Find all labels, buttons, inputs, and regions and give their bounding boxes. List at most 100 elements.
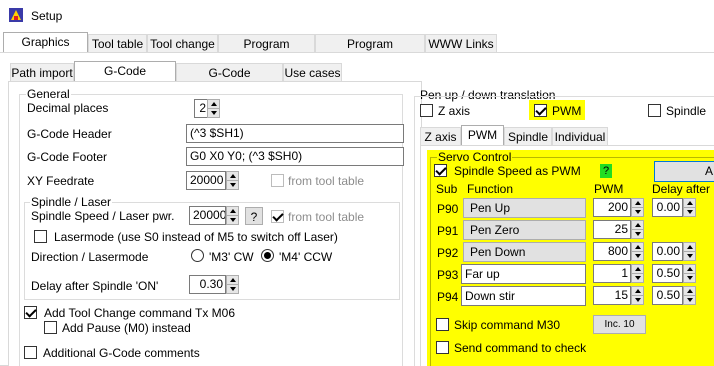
tool-change-checkbox[interactable]	[24, 306, 37, 319]
decimal-places-input[interactable]: 2	[194, 99, 208, 118]
spindle-option-label: Spindle	[666, 104, 707, 118]
tab-use-cases[interactable]: Use cases	[283, 63, 342, 82]
tab-path-import[interactable]: Path import	[10, 63, 74, 82]
row-pwm-stepper[interactable]	[631, 242, 644, 261]
spindle-as-pwm-checkbox[interactable]	[434, 164, 447, 177]
row-pwm-stepper[interactable]	[631, 264, 644, 283]
general-group-label: General	[26, 87, 71, 101]
row-delay-input[interactable]: 0.50	[652, 264, 683, 283]
tab-tool-change[interactable]: Tool change	[147, 34, 218, 53]
spindle-delay-label: Delay after Spindle 'ON'	[31, 279, 159, 293]
inc-10-button[interactable]: Inc. 10	[593, 315, 646, 334]
row-sub-label: P90	[437, 202, 459, 216]
servo-control-label: Servo Control	[437, 150, 513, 164]
row-delay-stepper[interactable]	[683, 242, 696, 261]
row-pwm-stepper[interactable]	[631, 220, 644, 239]
col-function-header: Function	[467, 182, 514, 196]
pen-zero-button[interactable]: Pen Zero	[463, 220, 586, 240]
xy-feedrate-label: XY Feedrate	[27, 174, 95, 188]
row-sub-label: P94	[437, 290, 459, 304]
tab-spindle[interactable]: Spindle	[504, 127, 552, 146]
lasermode-checkbox[interactable]	[34, 230, 47, 243]
spindle-delay-stepper[interactable]	[226, 275, 239, 294]
row-delay-input[interactable]: 0.50	[652, 286, 683, 305]
col-sub-header: Sub	[436, 182, 458, 196]
tab-gcode-modification[interactable]: G-Code modification	[176, 63, 283, 99]
additional-comments-checkbox[interactable]	[24, 346, 37, 359]
row-pwm-stepper[interactable]	[631, 198, 644, 217]
gcode-header-input[interactable]: (^3 $SH1)	[186, 124, 404, 143]
additional-comments-label: Additional G-Code comments	[43, 346, 200, 360]
row-delay-input[interactable]: 0.00	[652, 198, 683, 217]
spindle-help-button[interactable]: ?	[245, 207, 263, 225]
row-function-input[interactable]: Down stir	[461, 286, 586, 306]
row-delay-stepper[interactable]	[683, 286, 696, 305]
row-function-input[interactable]: Far up	[461, 264, 586, 284]
decimal-places-stepper[interactable]	[207, 99, 220, 118]
row-sub-label: P93	[437, 268, 459, 282]
pen-up-button[interactable]: Pen Up	[463, 198, 586, 218]
feedrate-from-tool-checkbox[interactable]	[271, 174, 284, 187]
app-icon	[9, 8, 23, 22]
col-delay-header: Delay after	[652, 182, 711, 196]
skip-m30-label: Skip command M30	[454, 318, 561, 332]
spindle-laser-group-label: Spindle / Laser	[30, 195, 113, 209]
tab-www-links[interactable]: WWW Links	[425, 34, 497, 53]
send-command-checkbox[interactable]	[436, 341, 449, 354]
gcode-header-label: G-Code Header	[27, 127, 112, 141]
m4-ccw-radio[interactable]	[261, 249, 274, 262]
tab-graphics-import[interactable]: Graphics import	[3, 32, 88, 68]
row-pwm-input[interactable]: 800	[593, 242, 631, 261]
m3-cw-radio[interactable]	[191, 249, 204, 262]
m3-cw-label: 'M3' CW	[209, 250, 254, 264]
spindle-speed-input[interactable]: 20000	[189, 206, 226, 225]
row-pwm-input[interactable]: 25	[593, 220, 631, 239]
tab-pwm[interactable]: PWM	[461, 125, 504, 146]
xy-feedrate-input[interactable]: 20000	[186, 171, 226, 190]
gcode-footer-input[interactable]: G0 X0 Y0; (^3 $SH0)	[186, 147, 404, 166]
skip-m30-checkbox[interactable]	[436, 318, 449, 331]
tab-program-behavior[interactable]: Program behavior	[218, 34, 315, 70]
lasermode-label: Lasermode (use S0 instead of M5 to switc…	[54, 230, 338, 244]
z-axis-radio-checkbox[interactable]	[420, 104, 433, 117]
row-delay-stepper[interactable]	[683, 264, 696, 283]
spindle-checkbox[interactable]	[648, 104, 661, 117]
tab-tool-table[interactable]: Tool table	[88, 34, 147, 53]
m4-ccw-label: 'M4' CCW	[279, 250, 333, 264]
servo-help-badge[interactable]: ?	[600, 164, 612, 178]
decimal-places-label: Decimal places	[27, 101, 109, 115]
spindle-as-pwm-label: Spindle Speed as PWM	[454, 164, 581, 178]
row-pwm-stepper[interactable]	[631, 286, 644, 305]
row-pwm-input[interactable]: 15	[593, 286, 631, 305]
gcode-footer-label: G-Code Footer	[27, 150, 108, 164]
spindle-speed-label: Spindle Speed / Laser pwr.	[31, 209, 175, 223]
row-sub-label: P91	[437, 224, 459, 238]
tab-program-appearance[interactable]: Program appearance	[315, 34, 425, 70]
col-pwm-header: PWM	[594, 182, 624, 196]
row-delay-input[interactable]: 0.00	[652, 242, 683, 261]
add-pause-label: Add Pause (M0) instead	[62, 321, 191, 335]
tab-gcode-generation[interactable]: G-Code generation	[74, 61, 176, 97]
row-sub-label: P92	[437, 246, 459, 260]
tab-z-axis[interactable]: Z axis	[420, 127, 461, 146]
pen-down-button[interactable]: Pen Down	[463, 242, 586, 262]
xy-feedrate-stepper[interactable]	[226, 171, 239, 190]
z-axis-option-label: Z axis	[438, 104, 471, 118]
row-pwm-input[interactable]: 200	[593, 198, 631, 217]
apply-button[interactable]: A	[654, 161, 714, 182]
pwm-option-label: PWM	[552, 104, 582, 118]
window-title: Setup	[31, 9, 63, 23]
speed-from-tool-label: from tool table	[288, 210, 365, 224]
title-bar: Setup	[0, 0, 714, 30]
speed-from-tool-checkbox[interactable]	[271, 210, 284, 223]
send-command-label: Send command to check	[454, 341, 587, 355]
spindle-speed-stepper[interactable]	[226, 206, 239, 225]
tab-individual[interactable]: Individual	[552, 127, 608, 146]
add-pause-checkbox[interactable]	[44, 321, 57, 334]
row-delay-stepper[interactable]	[683, 198, 696, 217]
row-pwm-input[interactable]: 1	[593, 264, 631, 283]
pwm-checkbox[interactable]	[534, 104, 547, 117]
tool-change-label: Add Tool Change command Tx M06	[44, 306, 235, 320]
spindle-delay-input[interactable]: 0.30	[189, 275, 226, 294]
feedrate-from-tool-label: from tool table	[288, 174, 365, 188]
